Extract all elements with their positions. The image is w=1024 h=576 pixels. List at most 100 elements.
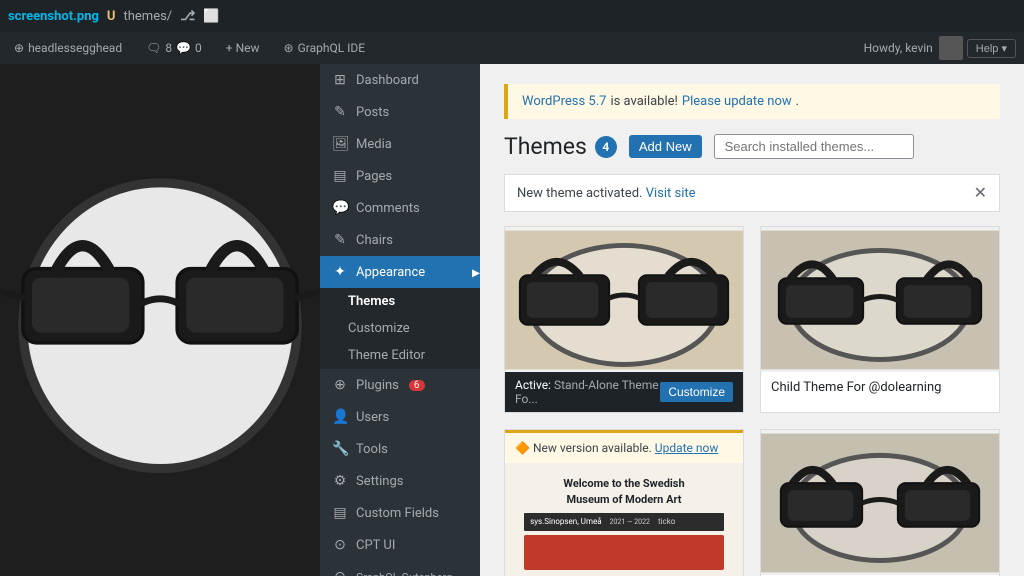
sidebar-item-pages[interactable]: ▤ Pages (320, 160, 480, 192)
active-theme-thumbnail (505, 227, 743, 372)
sidebar-item-users[interactable]: 👤 Users (320, 401, 480, 433)
child-theme-glasses (761, 230, 999, 370)
settings-label: Settings (356, 474, 403, 489)
theme-card-active: Active: Stand-Alone Theme Fo... Customiz… (504, 226, 744, 413)
theme-card-twenty-twenty-child: Twenty Twenty Child Theme (760, 429, 1000, 576)
cpt-ui-label: CPT UI (356, 538, 395, 553)
admin-bar-comments[interactable]: 🗨 8 💬 0 (140, 32, 208, 64)
wp-content-inner: WordPress 5.7 is available! Please updat… (480, 64, 1024, 576)
file-info: screenshot.png U themes/ ⎇ ⬜ (8, 9, 219, 24)
graphql-icon: ⊛ (284, 41, 294, 55)
sidebar-item-plugins[interactable]: ⊕ Plugins 6 (320, 369, 480, 401)
modifier: U (107, 9, 116, 24)
activated-notice: New theme activated. Visit site ✕ (504, 174, 1000, 212)
help-button[interactable]: Help ▾ (967, 39, 1016, 58)
chairs-label: Chairs (356, 233, 393, 248)
graphql-gutenberg-icon: ⊙ (332, 569, 348, 576)
themes-page-title: Themes 4 (504, 133, 617, 160)
visit-site-link[interactable]: Visit site (646, 186, 696, 201)
appearance-label: Appearance (356, 265, 425, 280)
twenty-twenty-thumbnail: Welcome to the SwedishMuseum of Modern A… (505, 463, 743, 576)
sidebar-item-chairs[interactable]: ✎ Chairs (320, 224, 480, 256)
themes-submenu-label: Themes (348, 294, 395, 309)
howdy-text: Howdy, kevin (864, 36, 963, 60)
sidebar-item-posts[interactable]: ✎ Posts (320, 96, 480, 128)
update-now-theme-link[interactable]: Update now (655, 441, 719, 455)
avatar (939, 36, 963, 60)
admin-bar-site[interactable]: ⊕ headlessegghead (8, 32, 128, 64)
graphql-gutenberg-label: GraphQL Gutenberg (356, 571, 452, 576)
customize-button[interactable]: Customize (660, 382, 733, 402)
dashboard-icon: ⊞ (332, 72, 348, 88)
comment-bubble-icon: 🗨 (146, 41, 161, 55)
layout-icon[interactable]: ⬜ (203, 9, 219, 24)
museum-title: Welcome to the SwedishMuseum of Modern A… (513, 476, 735, 507)
new-label: + New (226, 41, 260, 55)
wp-content: WordPress 5.7 is available! Please updat… (480, 64, 1024, 576)
sidebar-item-comments[interactable]: 💬 Comments (320, 192, 480, 224)
settings-icon: ⚙ (332, 473, 348, 489)
twenty-twenty-child-glasses (761, 433, 999, 573)
posts-label: Posts (356, 105, 389, 120)
vscode-topbar: screenshot.png U themes/ ⎇ ⬜ (0, 0, 1024, 32)
sidebar-item-custom-fields[interactable]: ▤ Custom Fields (320, 497, 480, 529)
appearance-submenu: Themes Customize Theme Editor (320, 288, 480, 369)
posts-icon: ✎ (332, 104, 348, 120)
active-theme-bar: Active: Stand-Alone Theme Fo... Customiz… (505, 372, 743, 412)
main-layout: ⊞ Dashboard ✎ Posts 🖼 Media ▤ Pages 💬 Co… (0, 64, 1024, 576)
plugins-icon: ⊕ (332, 377, 348, 393)
sidebar-item-appearance[interactable]: ✦ Appearance ▸ (320, 256, 480, 288)
sidebar-item-cpt-ui[interactable]: ⊙ CPT UI (320, 529, 480, 561)
path: themes/ (124, 9, 173, 24)
search-themes-input[interactable] (714, 134, 914, 159)
dashboard-label: Dashboard (356, 73, 419, 88)
active-theme-label: Active: Stand-Alone Theme Fo... (515, 378, 660, 406)
admin-bar-graphql[interactable]: ⊛ GraphQL IDE (278, 32, 372, 64)
wp-version-link[interactable]: WordPress 5.7 (522, 94, 606, 109)
appearance-arrow: ▸ (472, 263, 480, 282)
museum-nav-bar: sys.Sinopsen, Umeå 2021 — 2022 ticko (524, 513, 724, 531)
glasses-illustration (0, 64, 320, 576)
active-theme-glasses (505, 230, 743, 370)
pages-icon: ▤ (332, 168, 348, 184)
custom-fields-icon: ▤ (332, 505, 348, 521)
sidebar-item-dashboard[interactable]: ⊞ Dashboard (320, 64, 480, 96)
sidebar-item-graphql-gutenberg[interactable]: ⊙ GraphQL Gutenberg (320, 561, 480, 576)
submenu-themes[interactable]: Themes (320, 288, 480, 315)
child-theme-name: Child Theme For @dolearning (771, 380, 941, 395)
update-available-notice: 🔶 New version available. Update now (505, 430, 743, 463)
pages-label: Pages (356, 169, 392, 184)
sidebar-item-settings[interactable]: ⚙ Settings (320, 465, 480, 497)
plugins-badge: 6 (409, 380, 425, 391)
add-new-button[interactable]: Add New (629, 135, 702, 158)
submenu-customize[interactable]: Customize (320, 315, 480, 342)
media-icon: 🖼 (332, 136, 348, 152)
twenty-twenty-child-thumbnail (761, 430, 999, 575)
nav-item-1: sys.Sinopsen, Umeå (530, 517, 601, 526)
close-notice-button[interactable]: ✕ (974, 183, 987, 203)
comments-label: Comments (356, 201, 420, 216)
users-label: Users (356, 410, 389, 425)
update-available-text: New version available. (533, 441, 655, 455)
media-label: Media (356, 137, 392, 152)
wp-admin-bar: ⊕ headlessegghead 🗨 8 💬 0 + New ⊛ GraphQ… (0, 32, 1024, 64)
update-orange-dot: 🔶 (515, 441, 530, 455)
comments-icon: 💬 (332, 200, 348, 216)
sidebar-item-media[interactable]: 🖼 Media (320, 128, 480, 160)
theme-editor-submenu-label: Theme Editor (348, 348, 425, 363)
update-text: is available! (610, 94, 677, 109)
activated-text: New theme activated. Visit site (517, 186, 696, 201)
theme-card-twenty-twenty: 🔶 New version available. Update now Welc… (504, 429, 744, 576)
submenu-theme-editor[interactable]: Theme Editor (320, 342, 480, 369)
admin-bar-new[interactable]: + New (220, 32, 266, 64)
museum-red-bar (524, 535, 724, 570)
comments-count: 8 (165, 41, 172, 55)
tools-icon: 🔧 (332, 441, 348, 457)
customize-submenu-label: Customize (348, 321, 410, 336)
theme-card-child: Child Theme For @dolearning (760, 226, 1000, 413)
admin-bar-right: Howdy, kevin Help ▾ (864, 36, 1016, 60)
update-now-link[interactable]: Please update now (682, 94, 792, 109)
filename: screenshot.png (8, 9, 99, 24)
sidebar-item-tools[interactable]: 🔧 Tools (320, 433, 480, 465)
plugins-label: Plugins (356, 378, 399, 393)
